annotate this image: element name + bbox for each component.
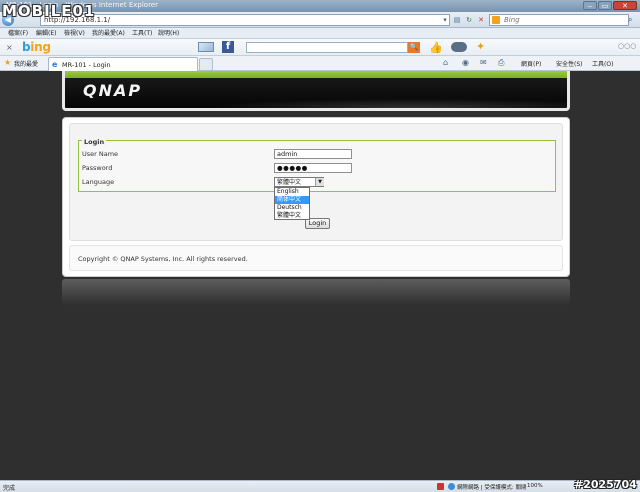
password-field[interactable]: ●●●●● [274, 163, 352, 173]
minimize-button[interactable]: ‒ [583, 1, 597, 10]
refresh-icon[interactable]: ↻ [464, 15, 474, 25]
qnap-logo: QNAP [83, 81, 143, 100]
chevron-down-icon[interactable]: ▾ [440, 15, 450, 25]
language-selected-value: 繁體中文 [277, 179, 302, 186]
entertainment-icon[interactable] [451, 42, 467, 52]
toolbar-close-button[interactable]: × [6, 43, 13, 52]
status-text: 完成 [3, 485, 16, 492]
language-dropdown-list: English 简体中文 Deutsch 繁體中文 [274, 187, 310, 220]
favorites-bar: ★ 我的最愛 e MR-101 - Login ⌂ ◉ ✉ ⎙ 網頁(P) 安全… [0, 56, 640, 71]
language-label: Language [82, 178, 115, 186]
address-input[interactable] [40, 14, 450, 26]
page-content: QNAP Login User Name Password ●●●●● Lang… [0, 71, 640, 480]
language-option-deutsch[interactable]: Deutsch [275, 204, 309, 212]
more-options-icon[interactable]: ○○○ [618, 42, 636, 50]
chevron-down-icon[interactable]: ▼ [315, 178, 324, 186]
menu-bar: 檔案(F) 編輯(E) 檢視(V) 我的最愛(A) 工具(T) 說明(H) [0, 28, 640, 39]
tab-title: MR-101 - Login [62, 61, 111, 69]
mail-icon[interactable] [198, 42, 214, 52]
language-select[interactable]: 繁體中文 ▼ [274, 177, 324, 187]
popup-blocked-icon[interactable] [437, 483, 444, 490]
window-titlebar: MR-101 - Login - Windows Internet Explor… [0, 0, 640, 12]
menu-file[interactable]: 檔案(F) [8, 29, 28, 38]
favorites-star-icon[interactable]: ★ [4, 58, 11, 67]
language-option-simplified-chinese[interactable]: 简体中文 [275, 196, 309, 204]
menu-favorites[interactable]: 我的最愛(A) [92, 29, 125, 38]
sparkle-icon[interactable]: ✦ [476, 40, 485, 53]
search-input[interactable] [504, 15, 614, 25]
maximize-button[interactable]: ▭ [598, 1, 612, 10]
bing-search-button[interactable]: 🔍 [408, 42, 420, 53]
language-option-traditional-chinese[interactable]: 繁體中文 [275, 212, 309, 220]
page-menu[interactable]: 網頁(P) [521, 59, 541, 68]
tools-menu[interactable]: 工具(O) [592, 59, 613, 68]
feeds-icon[interactable]: ◉ [462, 58, 469, 67]
search-box [489, 14, 629, 26]
login-legend: Login [82, 138, 107, 146]
home-icon[interactable]: ⌂ [443, 58, 448, 67]
close-button[interactable]: ✕ [613, 1, 637, 10]
ie-icon: e [52, 60, 58, 69]
safety-menu[interactable]: 安全性(S) [556, 59, 583, 68]
zoom-level[interactable]: 100% [527, 483, 543, 489]
bing-logo: bing [22, 40, 51, 54]
mobile01-watermark: MOBILE01 [2, 2, 96, 20]
address-bar: ◀ ▾ ▤ ↻ ✕ ⌕ [0, 12, 640, 28]
bing-toolbar: × bing f 🔍 👍 ✦ ○○○ [0, 39, 640, 56]
header-banner: QNAP [62, 71, 570, 111]
login-panel: Login User Name Password ●●●●● Language … [69, 123, 563, 241]
menu-tools[interactable]: 工具(T) [132, 29, 152, 38]
panel-reflection [62, 279, 570, 305]
search-icon[interactable]: ⌕ [628, 15, 632, 25]
facebook-icon[interactable]: f [222, 41, 234, 53]
bing-icon [492, 16, 500, 24]
username-label: User Name [82, 150, 119, 158]
thumbs-up-icon[interactable]: 👍 [429, 41, 443, 54]
main-panel: Login User Name Password ●●●●● Language … [62, 117, 570, 277]
footer-panel: Copyright © QNAP Systems, Inc. All right… [69, 245, 563, 271]
favorites-button[interactable]: 我的最愛 [14, 59, 38, 68]
post-id-watermark: #2025704 [574, 478, 637, 491]
menu-edit[interactable]: 編輯(E) [36, 29, 56, 38]
stop-icon[interactable]: ✕ [476, 15, 486, 25]
tab-login[interactable]: e MR-101 - Login [48, 57, 198, 71]
menu-help[interactable]: 說明(H) [158, 29, 179, 38]
security-zone: 網際網路 | 受保護模式: 關閉 [457, 485, 527, 491]
print-icon[interactable]: ⎙ [498, 58, 504, 68]
copyright-text: Copyright © QNAP Systems, Inc. All right… [78, 255, 248, 263]
status-bar: 完成 網際網路 | 受保護模式: 關閉 100% [0, 480, 640, 492]
new-tab-button[interactable] [199, 58, 213, 71]
read-mail-icon[interactable]: ✉ [480, 58, 487, 67]
bing-logo-rest: ing [30, 40, 51, 54]
internet-zone-icon [448, 483, 455, 490]
password-label: Password [82, 164, 113, 172]
compatibility-view-icon[interactable]: ▤ [452, 15, 462, 25]
bing-search-input[interactable] [246, 42, 408, 53]
header-green-stripe [65, 71, 567, 78]
username-field[interactable] [274, 149, 352, 159]
menu-view[interactable]: 檢視(V) [64, 29, 85, 38]
language-option-english[interactable]: English [275, 188, 309, 196]
